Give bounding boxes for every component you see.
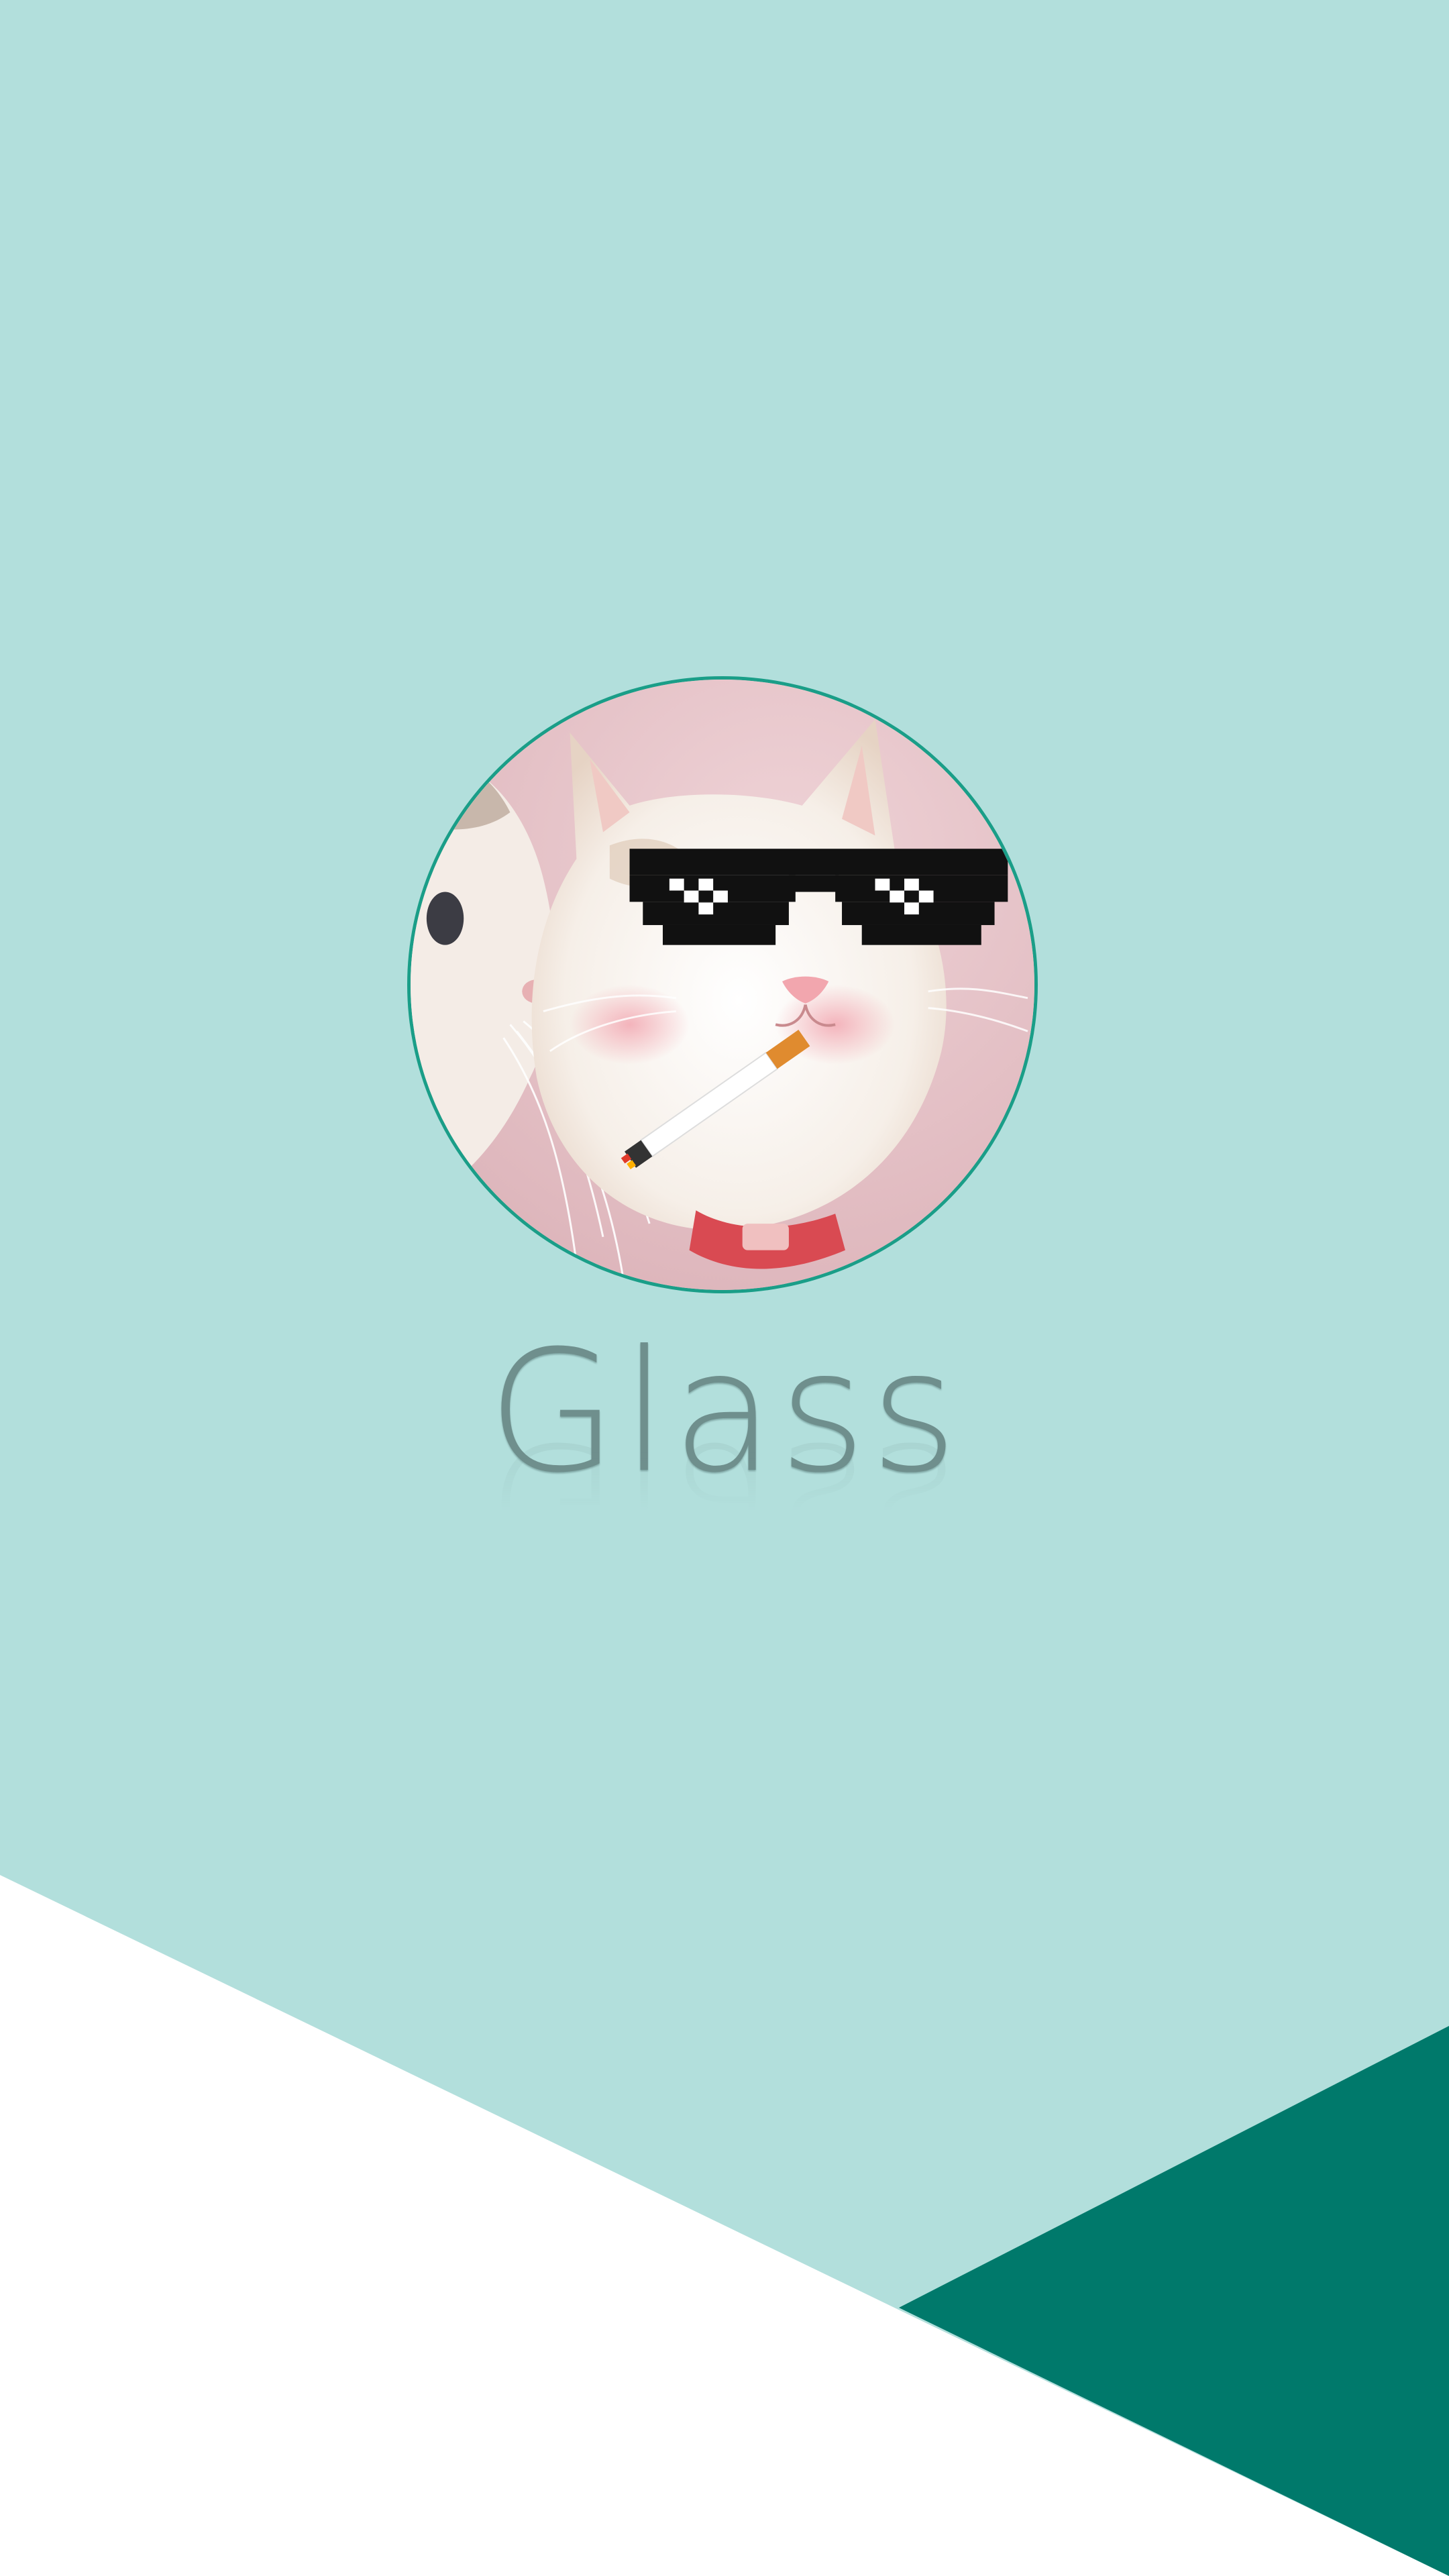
cat-avatar-image — [411, 680, 1034, 1290]
app-logo-avatar — [407, 676, 1038, 1293]
splash-screen: Glass Glass — [0, 0, 1449, 2576]
app-title: Glass — [487, 1314, 962, 1509]
